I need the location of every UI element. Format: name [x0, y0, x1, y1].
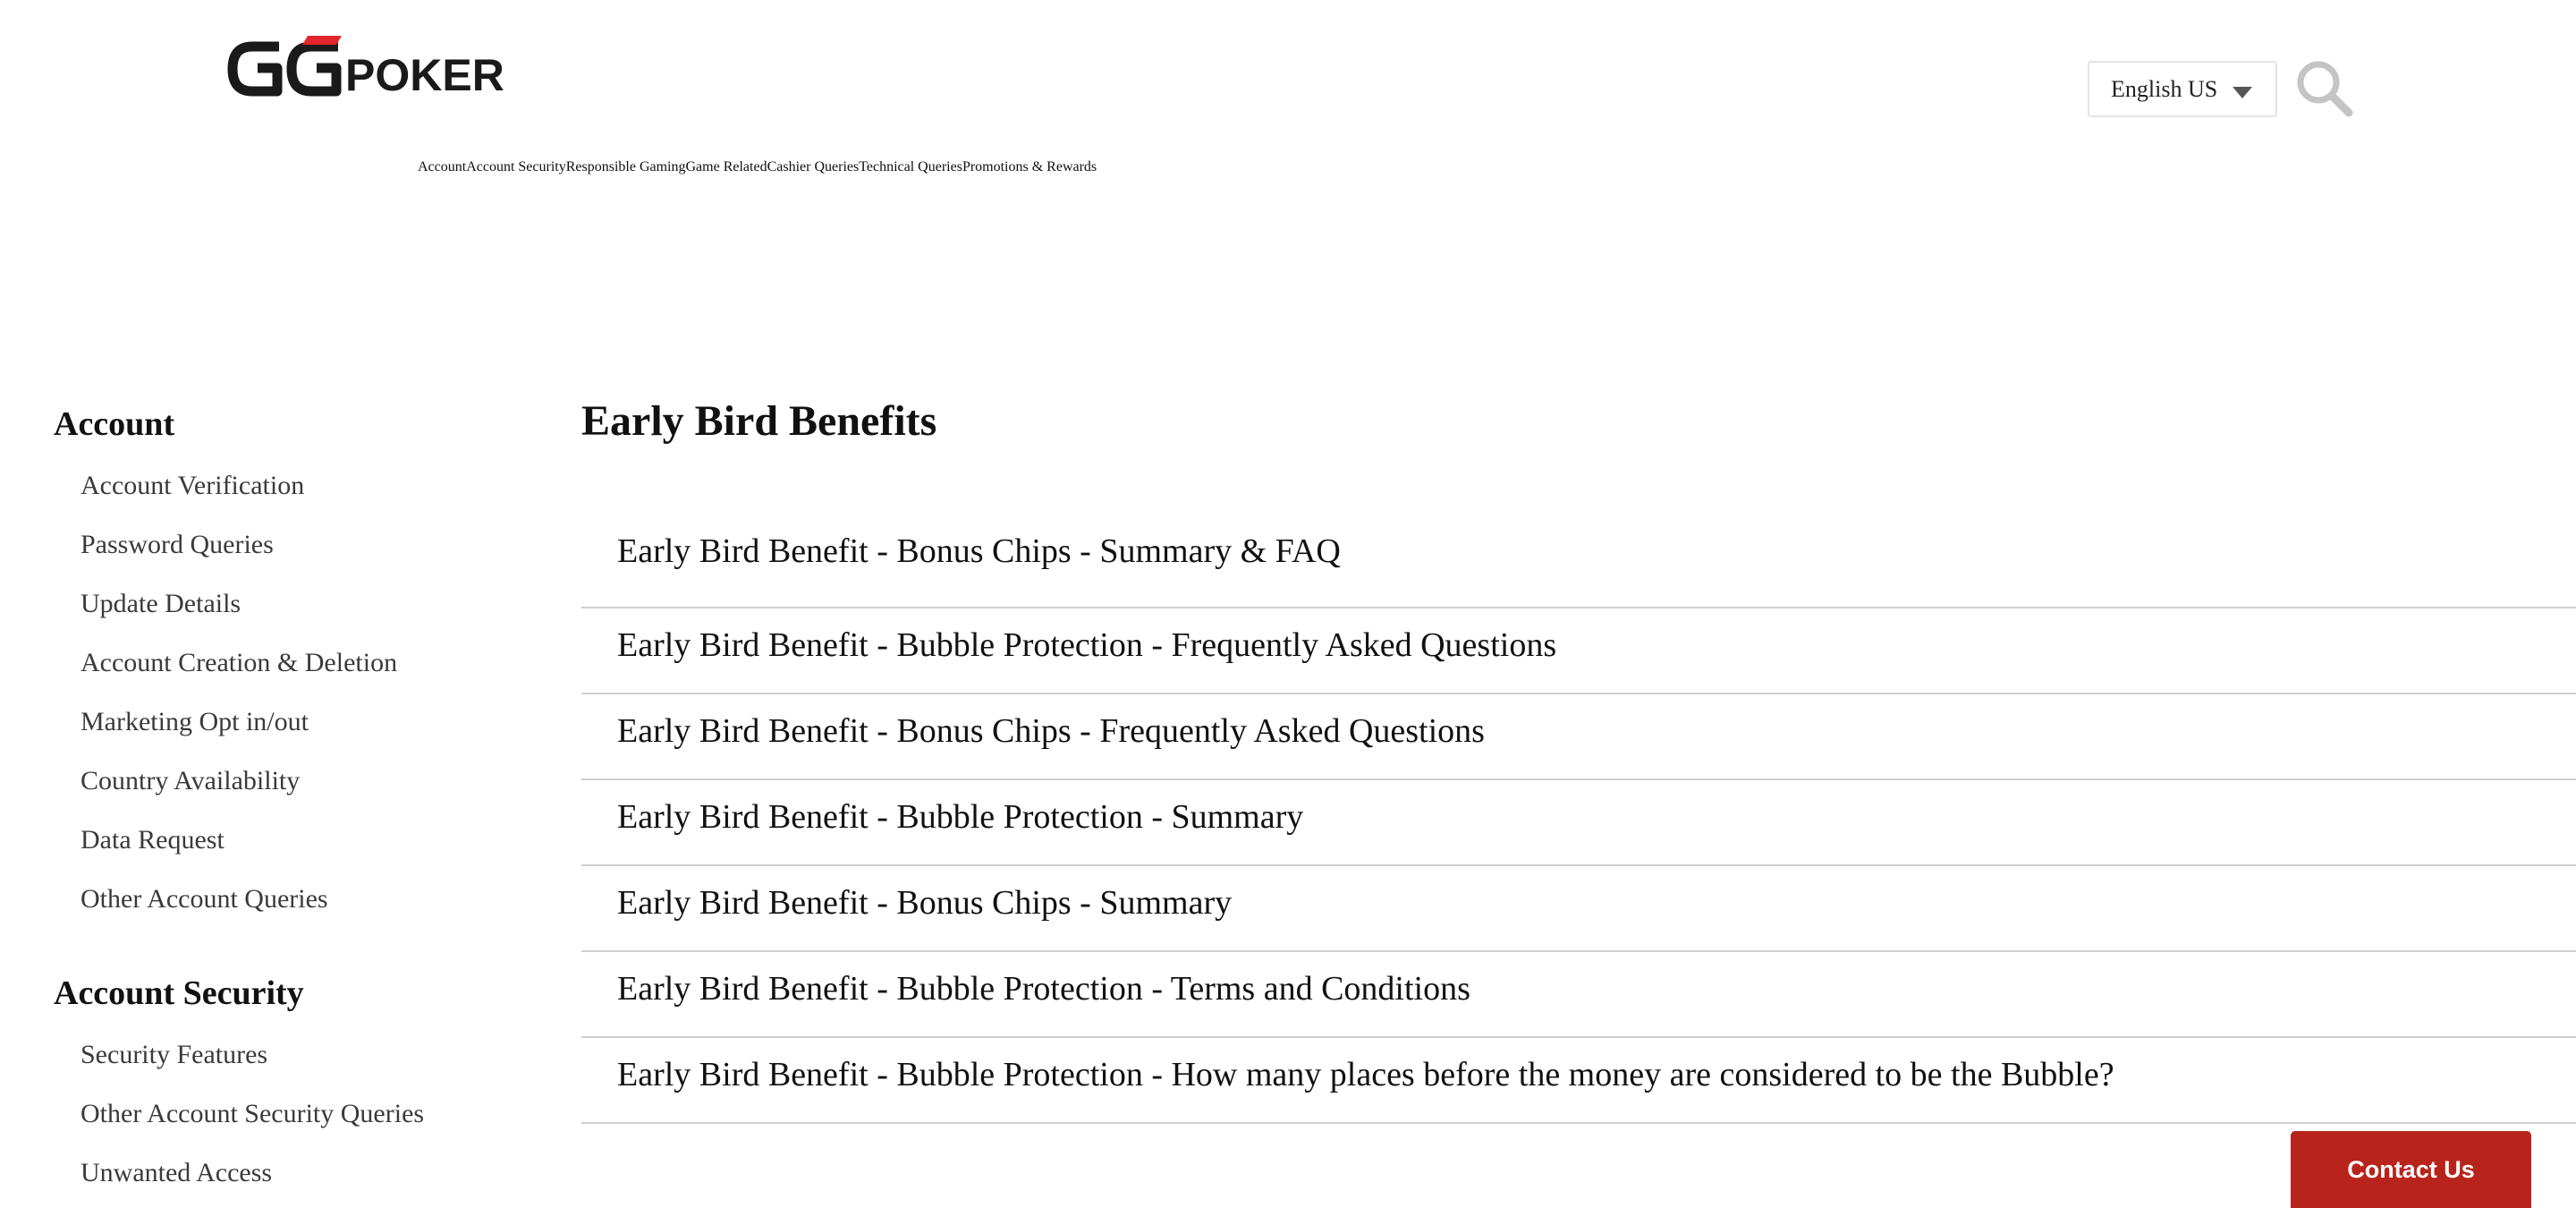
gg-logo-mark [227, 36, 342, 97]
sidebar-list: Account Verification Password Queries Up… [54, 456, 519, 929]
sidebar-list: Security Features Other Account Security… [54, 1025, 519, 1203]
sidebar-item-country-availability[interactable]: Country Availability [54, 752, 519, 811]
article-row[interactable]: Early Bird Benefit - Bonus Chips - Frequ… [581, 694, 2576, 780]
nav-cashier-queries[interactable]: Cashier Queries [767, 159, 860, 175]
search-button[interactable] [2295, 59, 2354, 118]
sidebar-item-account-verification[interactable]: Account Verification [54, 456, 519, 515]
sidebar-item-other-account-security-queries[interactable]: Other Account Security Queries [54, 1085, 519, 1144]
sidebar-item-other-account-queries[interactable]: Other Account Queries [54, 870, 519, 929]
nav-game-related[interactable]: Game Related [686, 159, 767, 175]
sidebar-section-title[interactable]: Account Security [54, 974, 519, 1013]
nav-account[interactable]: Account [391, 159, 466, 175]
article-row[interactable]: Early Bird Benefit - Bubble Protection -… [581, 1038, 2576, 1124]
sidebar-section-title[interactable]: Account [54, 404, 519, 444]
nav-account-security[interactable]: Account Security [466, 159, 566, 175]
language-select[interactable]: English US [2088, 61, 2277, 117]
article-row[interactable]: Early Bird Benefit - Bubble Protection -… [581, 780, 2576, 866]
logo-wordmark: POKER [345, 50, 504, 100]
sidebar-item-account-creation-deletion[interactable]: Account Creation & Deletion [54, 634, 519, 693]
contact-us-button[interactable]: Contact Us [2291, 1131, 2531, 1208]
sidebar-item-update-details[interactable]: Update Details [54, 574, 519, 634]
article-row[interactable]: Early Bird Benefit - Bonus Chips - Summa… [581, 866, 2576, 952]
main-content: Early Bird Benefits Early Bird Benefit -… [581, 390, 2576, 1124]
sidebar-item-password-queries[interactable]: Password Queries [54, 515, 519, 574]
top-navigation: Account Account Security Responsible Gam… [391, 159, 1097, 175]
article-list: Early Bird Benefit - Bonus Chips - Summa… [581, 510, 2576, 1124]
article-link[interactable]: Early Bird Benefit - Bubble Protection -… [617, 797, 1303, 837]
article-link[interactable]: Early Bird Benefit - Bonus Chips - Summa… [617, 883, 1232, 923]
article-link[interactable]: Early Bird Benefit - Bubble Protection -… [617, 625, 1556, 665]
article-row[interactable]: Early Bird Benefit - Bubble Protection -… [581, 608, 2576, 694]
sidebar-item-marketing-opt[interactable]: Marketing Opt in/out [54, 693, 519, 752]
language-selected-value: English US [2111, 75, 2218, 102]
article-link[interactable]: Early Bird Benefit - Bonus Chips - Summa… [617, 532, 1341, 571]
chevron-down-icon [2233, 87, 2252, 98]
search-icon [2297, 61, 2353, 117]
article-row[interactable]: Early Bird Benefit - Bonus Chips - Summa… [581, 510, 2576, 608]
sidebar-item-unwanted-access[interactable]: Unwanted Access [54, 1144, 519, 1203]
sidebar-section-account: Account Account Verification Password Qu… [54, 404, 519, 956]
nav-promotions-rewards[interactable]: Promotions & Rewards [962, 159, 1097, 175]
sidebar-section-account-security: Account Security Security Features Other… [54, 974, 519, 1208]
nav-responsible-gaming[interactable]: Responsible Gaming [566, 159, 686, 175]
article-link[interactable]: Early Bird Benefit - Bonus Chips - Frequ… [617, 711, 1485, 751]
nav-technical-queries[interactable]: Technical Queries [859, 159, 962, 175]
article-link[interactable]: Early Bird Benefit - Bubble Protection -… [617, 969, 1470, 1008]
page-title: Early Bird Benefits [581, 397, 937, 445]
article-row[interactable]: Early Bird Benefit - Bubble Protection -… [581, 952, 2576, 1038]
sidebar-item-data-request[interactable]: Data Request [54, 811, 519, 870]
ggpoker-logo[interactable]: POKER [227, 34, 526, 104]
article-link[interactable]: Early Bird Benefit - Bubble Protection -… [617, 1055, 2114, 1094]
sidebar-item-security-features[interactable]: Security Features [54, 1025, 519, 1085]
